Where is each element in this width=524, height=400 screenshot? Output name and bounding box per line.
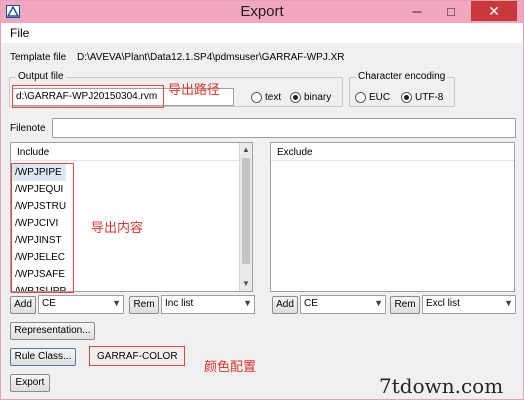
include-rem-button[interactable]: Rem xyxy=(129,296,159,314)
include-header: Include xyxy=(11,143,252,161)
output-file-highlight xyxy=(12,85,164,108)
chevron-down-icon: ▼ xyxy=(374,298,383,308)
minimize-icon[interactable]: ─ xyxy=(403,1,431,21)
rule-class-button[interactable]: Rule Class... xyxy=(10,348,76,366)
radio-utf8-dot xyxy=(401,92,412,103)
menu-bar: File xyxy=(1,23,523,43)
exclude-ce-value: CE xyxy=(304,298,318,309)
radio-text-dot xyxy=(251,92,262,103)
exclude-header: Exclude xyxy=(271,143,514,161)
radio-binary[interactable]: binary xyxy=(290,92,331,103)
include-list-value: Inc list xyxy=(165,298,194,309)
include-add-button[interactable]: Add xyxy=(10,296,36,314)
include-ce-select[interactable]: CE ▼ xyxy=(38,295,124,314)
radio-euc-dot xyxy=(355,92,366,103)
radio-euc[interactable]: EUC xyxy=(355,92,390,103)
include-scrollbar[interactable]: ▲ ▼ xyxy=(239,143,252,291)
watermark: 7tdown.com xyxy=(379,374,504,398)
exclude-list[interactable]: Exclude xyxy=(270,142,515,292)
chevron-down-icon: ▼ xyxy=(112,298,121,308)
filenote-field[interactable] xyxy=(52,118,516,138)
export-window: Export ─ □ ✕ File Template file D:\AVEVA… xyxy=(0,0,524,400)
radio-utf8-label: UTF-8 xyxy=(415,92,444,103)
include-annotation: 导出内容 xyxy=(91,220,144,235)
character-encoding-label: Character encoding xyxy=(356,71,448,82)
exclude-rem-button[interactable]: Rem xyxy=(390,296,420,314)
radio-text[interactable]: text xyxy=(251,92,281,103)
include-ce-value: CE xyxy=(42,298,56,309)
chevron-down-icon: ▼ xyxy=(504,298,513,308)
include-scroll-thumb[interactable] xyxy=(242,158,250,264)
chevron-down-icon: ▼ xyxy=(243,298,252,308)
export-button[interactable]: Export xyxy=(10,374,50,392)
output-path-annotation: 导出路径 xyxy=(168,82,221,97)
rule-class-annotation: 颜色配置 xyxy=(204,359,257,374)
rule-class-value: GARRAF-COLOR xyxy=(97,351,178,362)
menu-file[interactable]: File xyxy=(10,26,29,40)
exclude-list-value: Excl list xyxy=(426,298,460,309)
maximize-icon[interactable]: □ xyxy=(437,1,465,21)
representation-button[interactable]: Representation... xyxy=(10,322,95,340)
title-bar[interactable]: Export ─ □ ✕ xyxy=(1,1,523,23)
radio-utf8[interactable]: UTF-8 xyxy=(401,92,443,103)
scroll-down-icon[interactable]: ▼ xyxy=(240,278,252,290)
scroll-up-icon[interactable]: ▲ xyxy=(240,144,252,156)
output-file-group-label: Output file xyxy=(16,71,66,82)
radio-binary-dot xyxy=(290,92,301,103)
close-icon[interactable]: ✕ xyxy=(471,1,517,21)
radio-euc-label: EUC xyxy=(369,92,391,103)
filenote-label: Filenote xyxy=(10,123,46,134)
radio-binary-label: binary xyxy=(304,92,332,103)
exclude-ce-select[interactable]: CE ▼ xyxy=(300,295,386,314)
dialog-body: Template file D:\AVEVA\Plant\Data12.1.SP… xyxy=(1,43,523,399)
template-file-label: Template file xyxy=(10,52,67,63)
include-items-highlight xyxy=(11,163,74,293)
template-file-path: D:\AVEVA\Plant\Data12.1.SP4\pdmsuser\GAR… xyxy=(77,52,345,63)
exclude-add-button[interactable]: Add xyxy=(272,296,298,314)
exclude-list-select[interactable]: Excl list ▼ xyxy=(422,295,516,314)
radio-text-label: text xyxy=(265,92,282,103)
include-list-select[interactable]: Inc list ▼ xyxy=(161,295,255,314)
